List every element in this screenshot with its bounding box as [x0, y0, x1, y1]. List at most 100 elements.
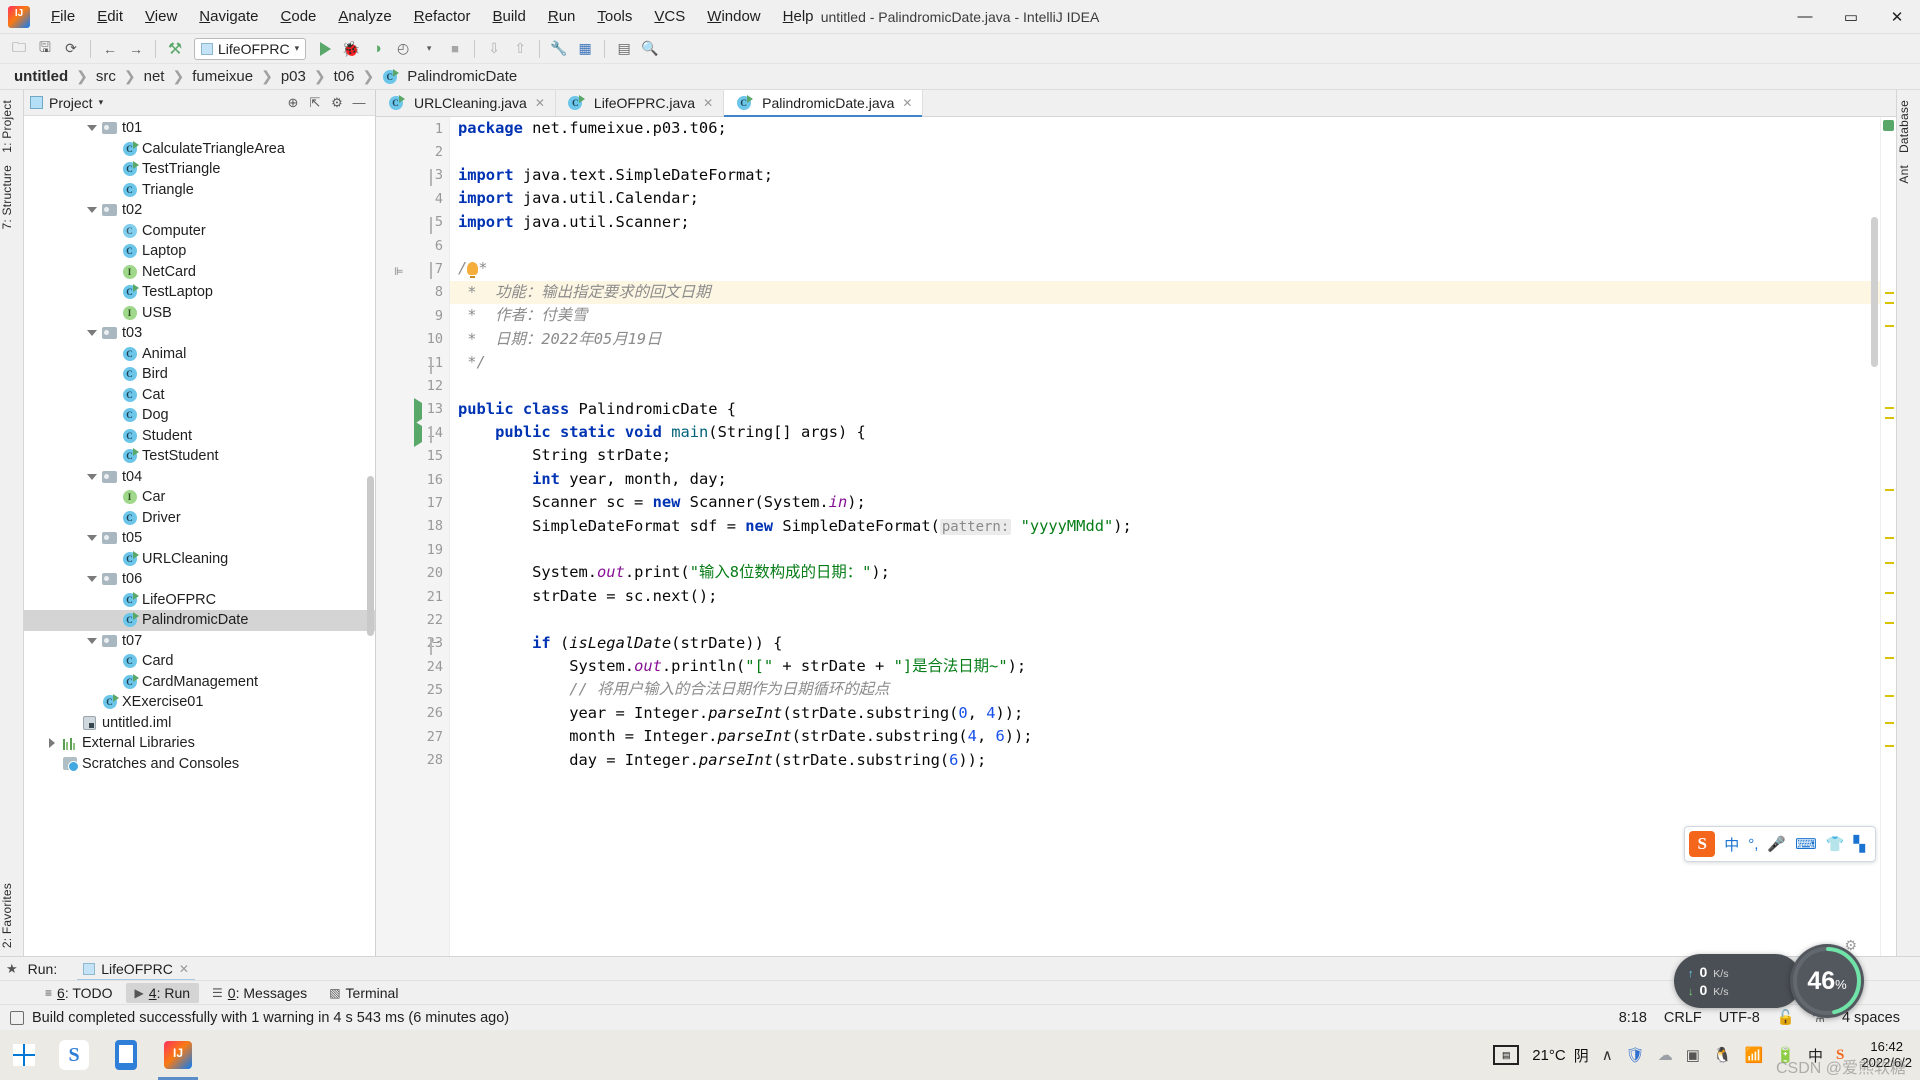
tree-item-usb[interactable]: I USB [24, 303, 375, 324]
run-configuration-selector[interactable]: LifeOFPRC ▾ [194, 37, 307, 60]
favorites-star-icon[interactable]: ★ [6, 961, 18, 977]
tree-item-palindromicdate[interactable]: C PalindromicDate [24, 610, 375, 631]
tree-item-netcard[interactable]: I NetCard [24, 262, 375, 283]
gutter-line-25[interactable]: 25 [376, 678, 449, 701]
stripe-warning-mark[interactable] [1885, 695, 1894, 697]
ime-mode-chinese[interactable]: 中 [1724, 834, 1739, 855]
tree-item-student[interactable]: C Student [24, 426, 375, 447]
code-line-1[interactable]: package net.fumeixue.p03.t06; [450, 117, 1880, 140]
tree-item-laptop[interactable]: C Laptop [24, 241, 375, 262]
code-line-3[interactable]: import java.text.SimpleDateFormat; [450, 164, 1880, 187]
settings-wrench-icon[interactable]: 🔧 [546, 37, 572, 61]
menu-window[interactable]: Window [696, 4, 771, 29]
stripe-warning-mark[interactable] [1885, 722, 1894, 724]
tree-item-t06[interactable]: t06 [24, 569, 375, 590]
tree-item-driver[interactable]: C Driver [24, 508, 375, 529]
forward-icon[interactable]: → [123, 37, 149, 61]
profiler-icon[interactable]: ◴ [390, 37, 416, 61]
gutter-line-26[interactable]: 26 [376, 702, 449, 725]
cpu-usage-widget[interactable]: 46% [1790, 944, 1864, 1018]
fold-region-end-icon[interactable] [430, 216, 432, 234]
gear-icon[interactable]: ⚙ [1844, 937, 1857, 954]
chevron-down-icon[interactable] [84, 207, 100, 214]
tree-item-teststudent[interactable]: C TestStudent [24, 446, 375, 467]
taskbar-app-intellij[interactable] [152, 1030, 204, 1080]
stripe-warning-mark[interactable] [1885, 302, 1894, 304]
code-line-8[interactable]: * 功能：输出指定要求的回文日期 [450, 280, 1880, 305]
project-tree-scrollbar[interactable] [367, 476, 374, 636]
code-line-13[interactable]: public class PalindromicDate { [450, 398, 1880, 421]
code-line-12[interactable] [450, 374, 1880, 397]
code-line-18[interactable]: SimpleDateFormat sdf = new SimpleDateFor… [450, 515, 1880, 538]
code-line-6[interactable] [450, 234, 1880, 257]
security-shield-icon[interactable]: 🛡 [1626, 1046, 1645, 1064]
hide-icon[interactable]: — [349, 93, 369, 113]
update-project-icon[interactable]: ⇩ [481, 37, 507, 61]
tree-item-calculatetrianglearea[interactable]: C CalculateTriangleArea [24, 139, 375, 160]
qq-penguin-icon[interactable]: 🐧 [1713, 1046, 1732, 1064]
menu-vcs[interactable]: VCS [643, 4, 696, 29]
code-line-4[interactable]: import java.util.Calendar; [450, 187, 1880, 210]
save-icon[interactable]: 🖫 [32, 37, 58, 61]
locate-icon[interactable]: ⊕ [283, 93, 303, 113]
code-line-2[interactable] [450, 140, 1880, 163]
project-structure-icon[interactable]: ▦ [572, 37, 598, 61]
breadcrumb-item-net[interactable]: net [142, 68, 167, 85]
gutter-line-19[interactable]: 19 [376, 538, 449, 561]
code-line-21[interactable]: strDate = sc.next(); [450, 585, 1880, 608]
fold-region-start-icon[interactable] [430, 168, 432, 186]
menu-file[interactable]: File [40, 4, 86, 29]
minimize-button[interactable]: — [1782, 0, 1828, 34]
code-line-26[interactable]: year = Integer.parseInt(strDate.substrin… [450, 702, 1880, 725]
screenshot-tool-icon[interactable]: ▣ [1686, 1046, 1700, 1064]
code-line-5[interactable]: import java.util.Scanner; [450, 211, 1880, 234]
line-separator[interactable]: CRLF [1664, 1010, 1702, 1026]
code-line-27[interactable]: month = Integer.parseInt(strDate.substri… [450, 725, 1880, 748]
menu-help[interactable]: Help [772, 4, 825, 29]
back-icon[interactable]: ← [97, 37, 123, 61]
run-with-coverage-icon[interactable]: ◑ [364, 37, 390, 61]
gutter-line-14[interactable]: 14 [376, 421, 449, 448]
cloud-icon[interactable]: ☁ [1658, 1046, 1673, 1064]
code-line-25[interactable]: // 将用户输入的合法日期作为日期循环的起点 [450, 678, 1880, 701]
open-folder-icon[interactable]: 🗀 [6, 37, 32, 61]
tree-item-card[interactable]: C Card [24, 651, 375, 672]
toolbox-icon[interactable]: ▚ [1853, 835, 1865, 853]
rail-button-structure[interactable]: 7: Structure [0, 159, 14, 235]
gutter-line-4[interactable]: 4 [376, 187, 449, 210]
gutter-line-27[interactable]: 27 [376, 725, 449, 748]
stripe-warning-mark[interactable] [1885, 489, 1894, 491]
rail-button-favorites[interactable]: 2: Favorites [0, 877, 14, 954]
stripe-warning-mark[interactable] [1885, 407, 1894, 409]
gutter-line-6[interactable]: 6 [376, 234, 449, 257]
gutter-line-17[interactable]: 17 [376, 491, 449, 514]
gutter-line-2[interactable]: 2 [376, 140, 449, 163]
gutter-line-23[interactable]: 23 [376, 632, 449, 655]
run-gutter-icon[interactable] [414, 421, 422, 448]
chevron-down-icon[interactable] [84, 125, 100, 132]
breadcrumb-current-class[interactable]: C PalindromicDate [380, 68, 517, 85]
gutter-line-24[interactable]: 24 [376, 655, 449, 678]
sogou-logo-icon[interactable]: S [1689, 831, 1716, 857]
stripe-warning-mark[interactable] [1885, 622, 1894, 624]
breadcrumb-item-untitled[interactable]: untitled [12, 68, 70, 85]
close-icon[interactable]: ✕ [703, 96, 713, 110]
taskbar-app-sogou-browser[interactable]: S [48, 1030, 100, 1080]
taskbar-app-phone-link[interactable] [100, 1030, 152, 1080]
stripe-warning-mark[interactable] [1885, 745, 1894, 747]
breadcrumb-item-t06[interactable]: t06 [332, 68, 357, 85]
fold-region-start-icon[interactable] [430, 426, 432, 444]
code-line-15[interactable]: String strDate; [450, 444, 1880, 467]
run-tab-lifeofprc[interactable]: LifeOFPRC ✕ [77, 957, 195, 981]
settings-gear-icon[interactable]: ⚙ [327, 93, 347, 113]
menu-navigate[interactable]: Navigate [188, 4, 269, 29]
tree-item-t01[interactable]: t01 [24, 118, 375, 139]
chevron-down-icon[interactable] [84, 637, 100, 644]
debug-icon[interactable]: 🐞 [338, 37, 364, 61]
sogou-ime-floating-bar[interactable]: S 中 °, 🎤 ⌨ 👕 ▚ [1684, 826, 1876, 862]
code-line-14[interactable]: public static void main(String[] args) { [450, 421, 1880, 444]
gutter-line-12[interactable]: 12 [376, 374, 449, 397]
tree-item-animal[interactable]: C Animal [24, 344, 375, 365]
weather-widget[interactable]: 21°C 阴 [1532, 1045, 1589, 1066]
editor-tab-palindromicdate-java[interactable]: C PalindromicDate.java ✕ [724, 90, 924, 117]
